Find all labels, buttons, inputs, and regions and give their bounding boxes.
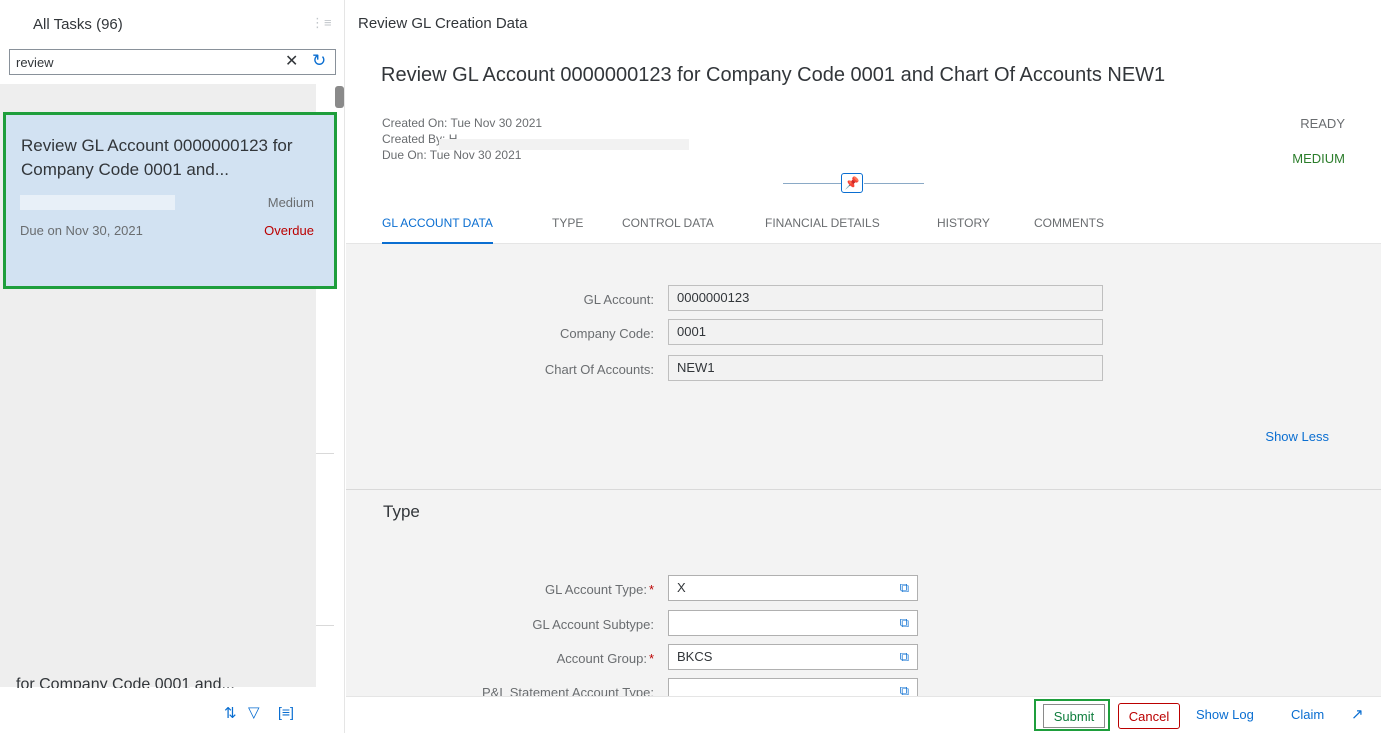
submit-button[interactable]: Submit	[1043, 704, 1105, 728]
master-header: All Tasks (96) ⋮≡	[0, 0, 345, 48]
gl-account-subtype-label: GL Account Subtype:	[532, 617, 654, 632]
section-title-type: Type	[383, 502, 420, 521]
refresh-icon[interactable]: ↻	[312, 51, 326, 71]
gl-account-type-label-text: GL Account Type:	[545, 582, 647, 597]
list-item-partial[interactable]: for Company Code 0001 and...	[16, 672, 316, 688]
footer-toolbar: Submit Cancel Show Log Claim ↗	[346, 696, 1381, 733]
task-title: Review GL Account 0000000123 for Company…	[21, 136, 293, 179]
list-item-partial-text: for Company Code 0001 and...	[16, 676, 235, 688]
show-log-button[interactable]: Show Log	[1196, 707, 1254, 722]
list-item-selected-task[interactable]: Review GL Account 0000000123 for Company…	[3, 112, 337, 289]
task-due-date: Due on Nov 30, 2021	[20, 223, 143, 238]
master-title: All Tasks (96)	[33, 16, 123, 33]
tab-control-data[interactable]: CONTROL DATA	[622, 213, 714, 244]
app-title: Review GL Creation Data	[358, 15, 528, 32]
value-help-icon[interactable]: ⧉	[900, 645, 909, 669]
tab-financial-details[interactable]: FINANCIAL DETAILS	[765, 213, 880, 244]
pl-statement-account-type-label: P&L Statement Account Type:	[482, 685, 654, 696]
master-pane: All Tasks (96) ⋮≡ ✕ ↻ Review GL Account …	[0, 0, 345, 733]
created-on: Created On: Tue Nov 30 2021	[382, 116, 543, 130]
company-code-label: Company Code:	[560, 326, 654, 341]
account-group-input[interactable]: BKCS ⧉	[668, 644, 918, 670]
header-divider	[783, 183, 843, 184]
search-field[interactable]: ✕ ↻	[9, 49, 336, 75]
content-area[interactable]: GL Account: 0000000123 Company Code: 000…	[346, 244, 1381, 696]
required-marker: *	[648, 582, 654, 597]
list-divider	[316, 453, 334, 454]
gl-account-type-label: GL Account Type: *	[486, 582, 654, 597]
gl-account-type-input[interactable]: X ⧉	[668, 575, 918, 601]
section-divider	[346, 489, 1381, 490]
gl-account-label: GL Account:	[583, 292, 654, 307]
sort-icon[interactable]: ⇅	[224, 704, 237, 722]
gl-account-field[interactable]: 0000000123	[668, 285, 1103, 311]
due-on: Due On: Tue Nov 30 2021	[382, 148, 522, 162]
account-group-label: Account Group: *	[486, 651, 654, 666]
tab-comments[interactable]: COMMENTS	[1034, 213, 1104, 244]
search-input[interactable]	[10, 50, 270, 74]
share-icon[interactable]: ↗	[1351, 705, 1364, 723]
chart-of-accounts-field[interactable]: NEW1	[668, 355, 1103, 381]
value-help-icon[interactable]: ⧉	[900, 679, 909, 696]
list-settings-icon[interactable]: ⋮≡	[311, 15, 332, 31]
cancel-button[interactable]: Cancel	[1118, 703, 1180, 729]
tab-gl-account-data[interactable]: GL ACCOUNT DATA	[382, 213, 493, 244]
filter-icon[interactable]: ▽	[248, 703, 260, 721]
page-title: Review GL Account 0000000123 for Company…	[381, 64, 1166, 86]
object-header: Review GL Account 0000000123 for Company…	[346, 48, 1381, 244]
gl-account-subtype-input[interactable]: ⧉	[668, 610, 918, 636]
claim-button[interactable]: Claim	[1291, 707, 1324, 722]
priority-badge: MEDIUM	[1292, 151, 1345, 166]
header-divider	[864, 183, 924, 184]
company-code-field[interactable]: 0001	[668, 319, 1103, 345]
account-group-value: BKCS	[677, 649, 713, 664]
chart-of-accounts-label: Chart Of Accounts:	[544, 362, 654, 377]
value-help-icon[interactable]: ⧉	[900, 576, 909, 600]
account-group-label-text: Account Group:	[556, 651, 647, 666]
clear-icon[interactable]: ✕	[285, 52, 298, 72]
redacted-text	[20, 195, 175, 210]
detail-topbar: Review GL Creation Data	[346, 0, 1381, 48]
gl-account-type-value: X	[677, 580, 686, 595]
required-marker: *	[648, 651, 654, 666]
detail-pane: Review GL Creation Data Review GL Accoun…	[346, 0, 1381, 733]
value-help-icon[interactable]: ⧉	[900, 611, 909, 635]
task-priority: Medium	[267, 195, 314, 210]
scrollbar-thumb[interactable]	[335, 86, 344, 108]
master-footer: ⇅ ▽ [≡]	[0, 696, 345, 733]
tab-type[interactable]: TYPE	[552, 213, 583, 244]
tab-history[interactable]: HISTORY	[937, 213, 990, 244]
group-icon[interactable]: [≡]	[278, 704, 294, 720]
pin-icon[interactable]: 📌	[841, 173, 863, 193]
show-less-link[interactable]: Show Less	[1265, 429, 1329, 444]
pl-statement-account-type-input[interactable]: ⧉	[668, 678, 918, 696]
list-divider	[316, 625, 334, 626]
status-badge: READY	[1300, 116, 1345, 131]
task-status-overdue: Overdue	[264, 223, 314, 238]
